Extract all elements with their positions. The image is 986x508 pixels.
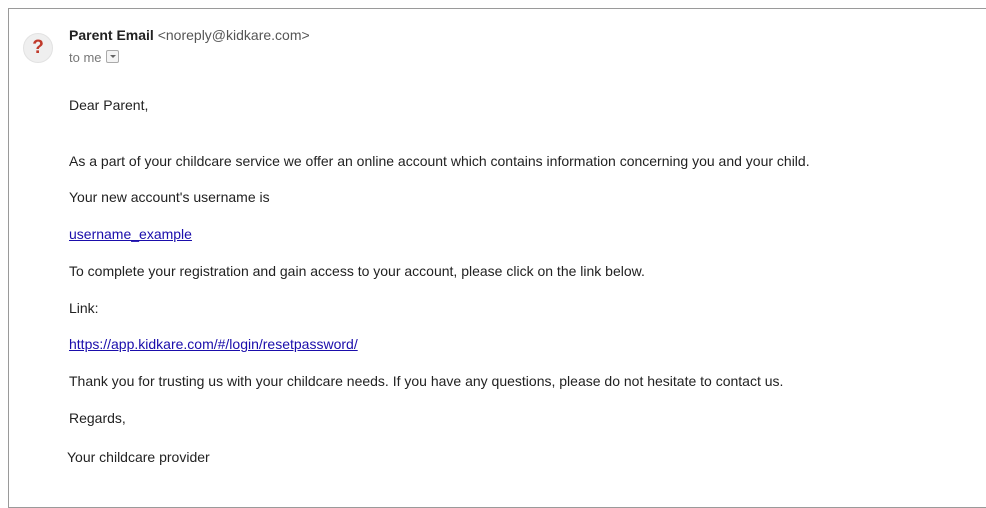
- email-closing: Regards,: [69, 410, 126, 426]
- recipient-label: to me: [69, 50, 102, 65]
- email-message-panel: ? Parent Email <noreply@kidkare.com> to …: [8, 8, 986, 508]
- chevron-down-icon[interactable]: [105, 50, 119, 63]
- email-recipient-line: to me: [69, 50, 119, 65]
- email-intro-paragraph: As a part of your childcare service we o…: [69, 153, 810, 169]
- sender-address: <noreply@kidkare.com>: [157, 27, 310, 43]
- email-link-label: Link:: [69, 300, 99, 316]
- email-instructions: To complete your registration and gain a…: [69, 263, 645, 279]
- email-signature: Your childcare provider: [67, 449, 210, 465]
- sender-name[interactable]: Parent Email: [69, 27, 154, 43]
- email-thanks-paragraph: Thank you for trusting us with your chil…: [69, 373, 784, 389]
- email-username-label: Your new account's username is: [69, 189, 270, 205]
- unknown-sender-icon[interactable]: ?: [23, 33, 53, 63]
- email-username-value: username_example: [69, 226, 192, 242]
- email-link-row: https://app.kidkare.com/#/login/resetpas…: [69, 336, 358, 352]
- username-link[interactable]: username_example: [69, 226, 192, 242]
- email-from-line: Parent Email <noreply@kidkare.com>: [69, 27, 310, 43]
- email-greeting: Dear Parent,: [69, 97, 149, 113]
- reset-password-link[interactable]: https://app.kidkare.com/#/login/resetpas…: [69, 336, 358, 352]
